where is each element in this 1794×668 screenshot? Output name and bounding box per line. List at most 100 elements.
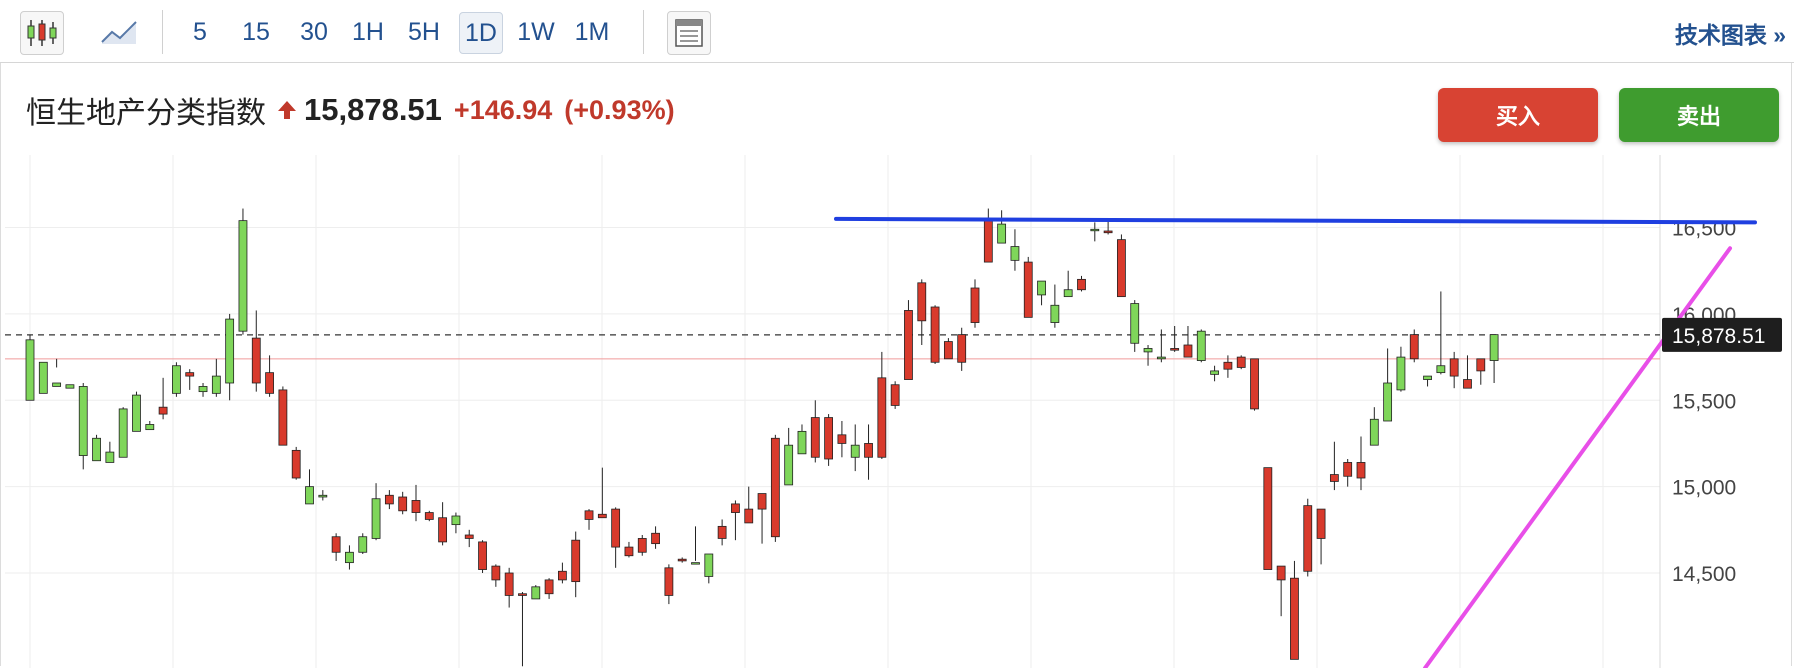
candle-body — [384, 494, 394, 505]
candle-body — [185, 372, 195, 377]
candle-body — [584, 510, 594, 520]
candle-body — [1223, 361, 1233, 370]
candle-body — [1383, 382, 1393, 422]
candle-body — [198, 386, 208, 393]
candle-body — [1143, 348, 1153, 353]
candle-body — [211, 375, 221, 394]
y-axis-tick-label: 15,500 — [1672, 390, 1736, 413]
candle-body — [890, 384, 900, 406]
candle-body — [1476, 358, 1486, 372]
candle-body — [1183, 344, 1193, 358]
candle-body — [1276, 565, 1286, 581]
candle-body — [345, 551, 354, 564]
candles-group — [25, 208, 1499, 667]
candle-body — [770, 437, 780, 538]
resistance-trendline — [834, 216, 1757, 225]
candle-body — [717, 525, 727, 539]
candle-body — [544, 579, 554, 595]
candle-body — [917, 282, 927, 322]
candle-body — [1117, 239, 1126, 298]
candle-body — [1409, 334, 1419, 360]
candle-body — [797, 430, 807, 455]
candle-body — [65, 384, 75, 389]
candle-body — [291, 449, 301, 479]
candle-body — [997, 223, 1007, 244]
candle-body — [1489, 334, 1499, 361]
candle-body — [731, 503, 740, 513]
candle-body — [1369, 418, 1379, 446]
candle-body — [145, 424, 155, 431]
candle-body — [318, 494, 328, 498]
candle-body — [1156, 356, 1166, 360]
candle-body — [1290, 577, 1299, 660]
candle-body — [930, 306, 940, 363]
candle-body — [1250, 358, 1259, 410]
candle-body — [225, 318, 235, 384]
candle-body — [1316, 508, 1326, 539]
candle-body — [970, 287, 980, 323]
candle-body — [172, 365, 181, 394]
candle-body — [1356, 462, 1366, 479]
candle-body — [824, 417, 833, 460]
candle-body — [1449, 358, 1459, 377]
candle-body — [877, 377, 887, 458]
candle-body — [1130, 303, 1140, 344]
candle-body — [1050, 304, 1060, 323]
candle-body — [278, 389, 288, 446]
y-axis-tick-label: 15,000 — [1672, 477, 1736, 500]
candle-body — [358, 536, 368, 553]
candle-body — [837, 434, 847, 444]
candle-body — [1090, 228, 1100, 232]
candle-body — [518, 593, 527, 596]
candle-body — [132, 394, 141, 432]
candle-body — [704, 553, 714, 577]
candle-body — [78, 386, 88, 456]
candle-body — [504, 572, 514, 596]
candle-body — [25, 339, 35, 401]
candle-body — [904, 310, 913, 380]
candle-body — [398, 496, 408, 512]
candle-body — [424, 512, 434, 520]
candle-body — [1463, 379, 1472, 389]
candle-body — [371, 498, 381, 539]
candle-body — [438, 517, 448, 543]
candle-body — [158, 406, 168, 415]
candle-body — [1263, 467, 1273, 570]
candle-body — [105, 451, 115, 463]
candle-body — [957, 334, 967, 363]
candle-body — [1196, 330, 1206, 361]
candle-body — [1077, 278, 1086, 291]
candle-body — [983, 218, 993, 263]
candle-body — [744, 508, 754, 524]
candle-body — [1103, 230, 1113, 234]
candle-body — [571, 539, 581, 583]
candle-body — [1329, 474, 1339, 482]
candle-body — [850, 444, 860, 458]
candle-body — [810, 417, 820, 458]
candle-body — [784, 444, 794, 486]
candle-body — [864, 443, 873, 458]
candle-body — [1303, 505, 1313, 572]
last-price-tag-label: 15,878.51 — [1672, 325, 1765, 348]
candle-body — [1063, 289, 1073, 298]
candle-body — [691, 562, 700, 565]
candle-body — [305, 486, 314, 505]
candle-body — [411, 500, 421, 513]
candle-body — [92, 437, 101, 462]
candle-body — [1423, 375, 1432, 380]
candlestick-chart[interactable]: 16,50016,00015,50015,00014,50015,878.51 — [0, 0, 1794, 668]
candle-body — [265, 372, 274, 394]
candle-body — [1236, 356, 1246, 368]
support-trendline — [1423, 246, 1732, 668]
candle-body — [52, 382, 62, 387]
candle-body — [597, 513, 607, 519]
candle-body — [558, 570, 567, 581]
candle-body — [757, 493, 767, 510]
candle-body — [624, 546, 634, 557]
candle-body — [637, 538, 647, 553]
candle-body — [251, 337, 261, 384]
candle-body — [1210, 370, 1219, 375]
candle-body — [478, 541, 487, 570]
candle-body — [651, 532, 660, 545]
candle-body — [1037, 280, 1046, 296]
